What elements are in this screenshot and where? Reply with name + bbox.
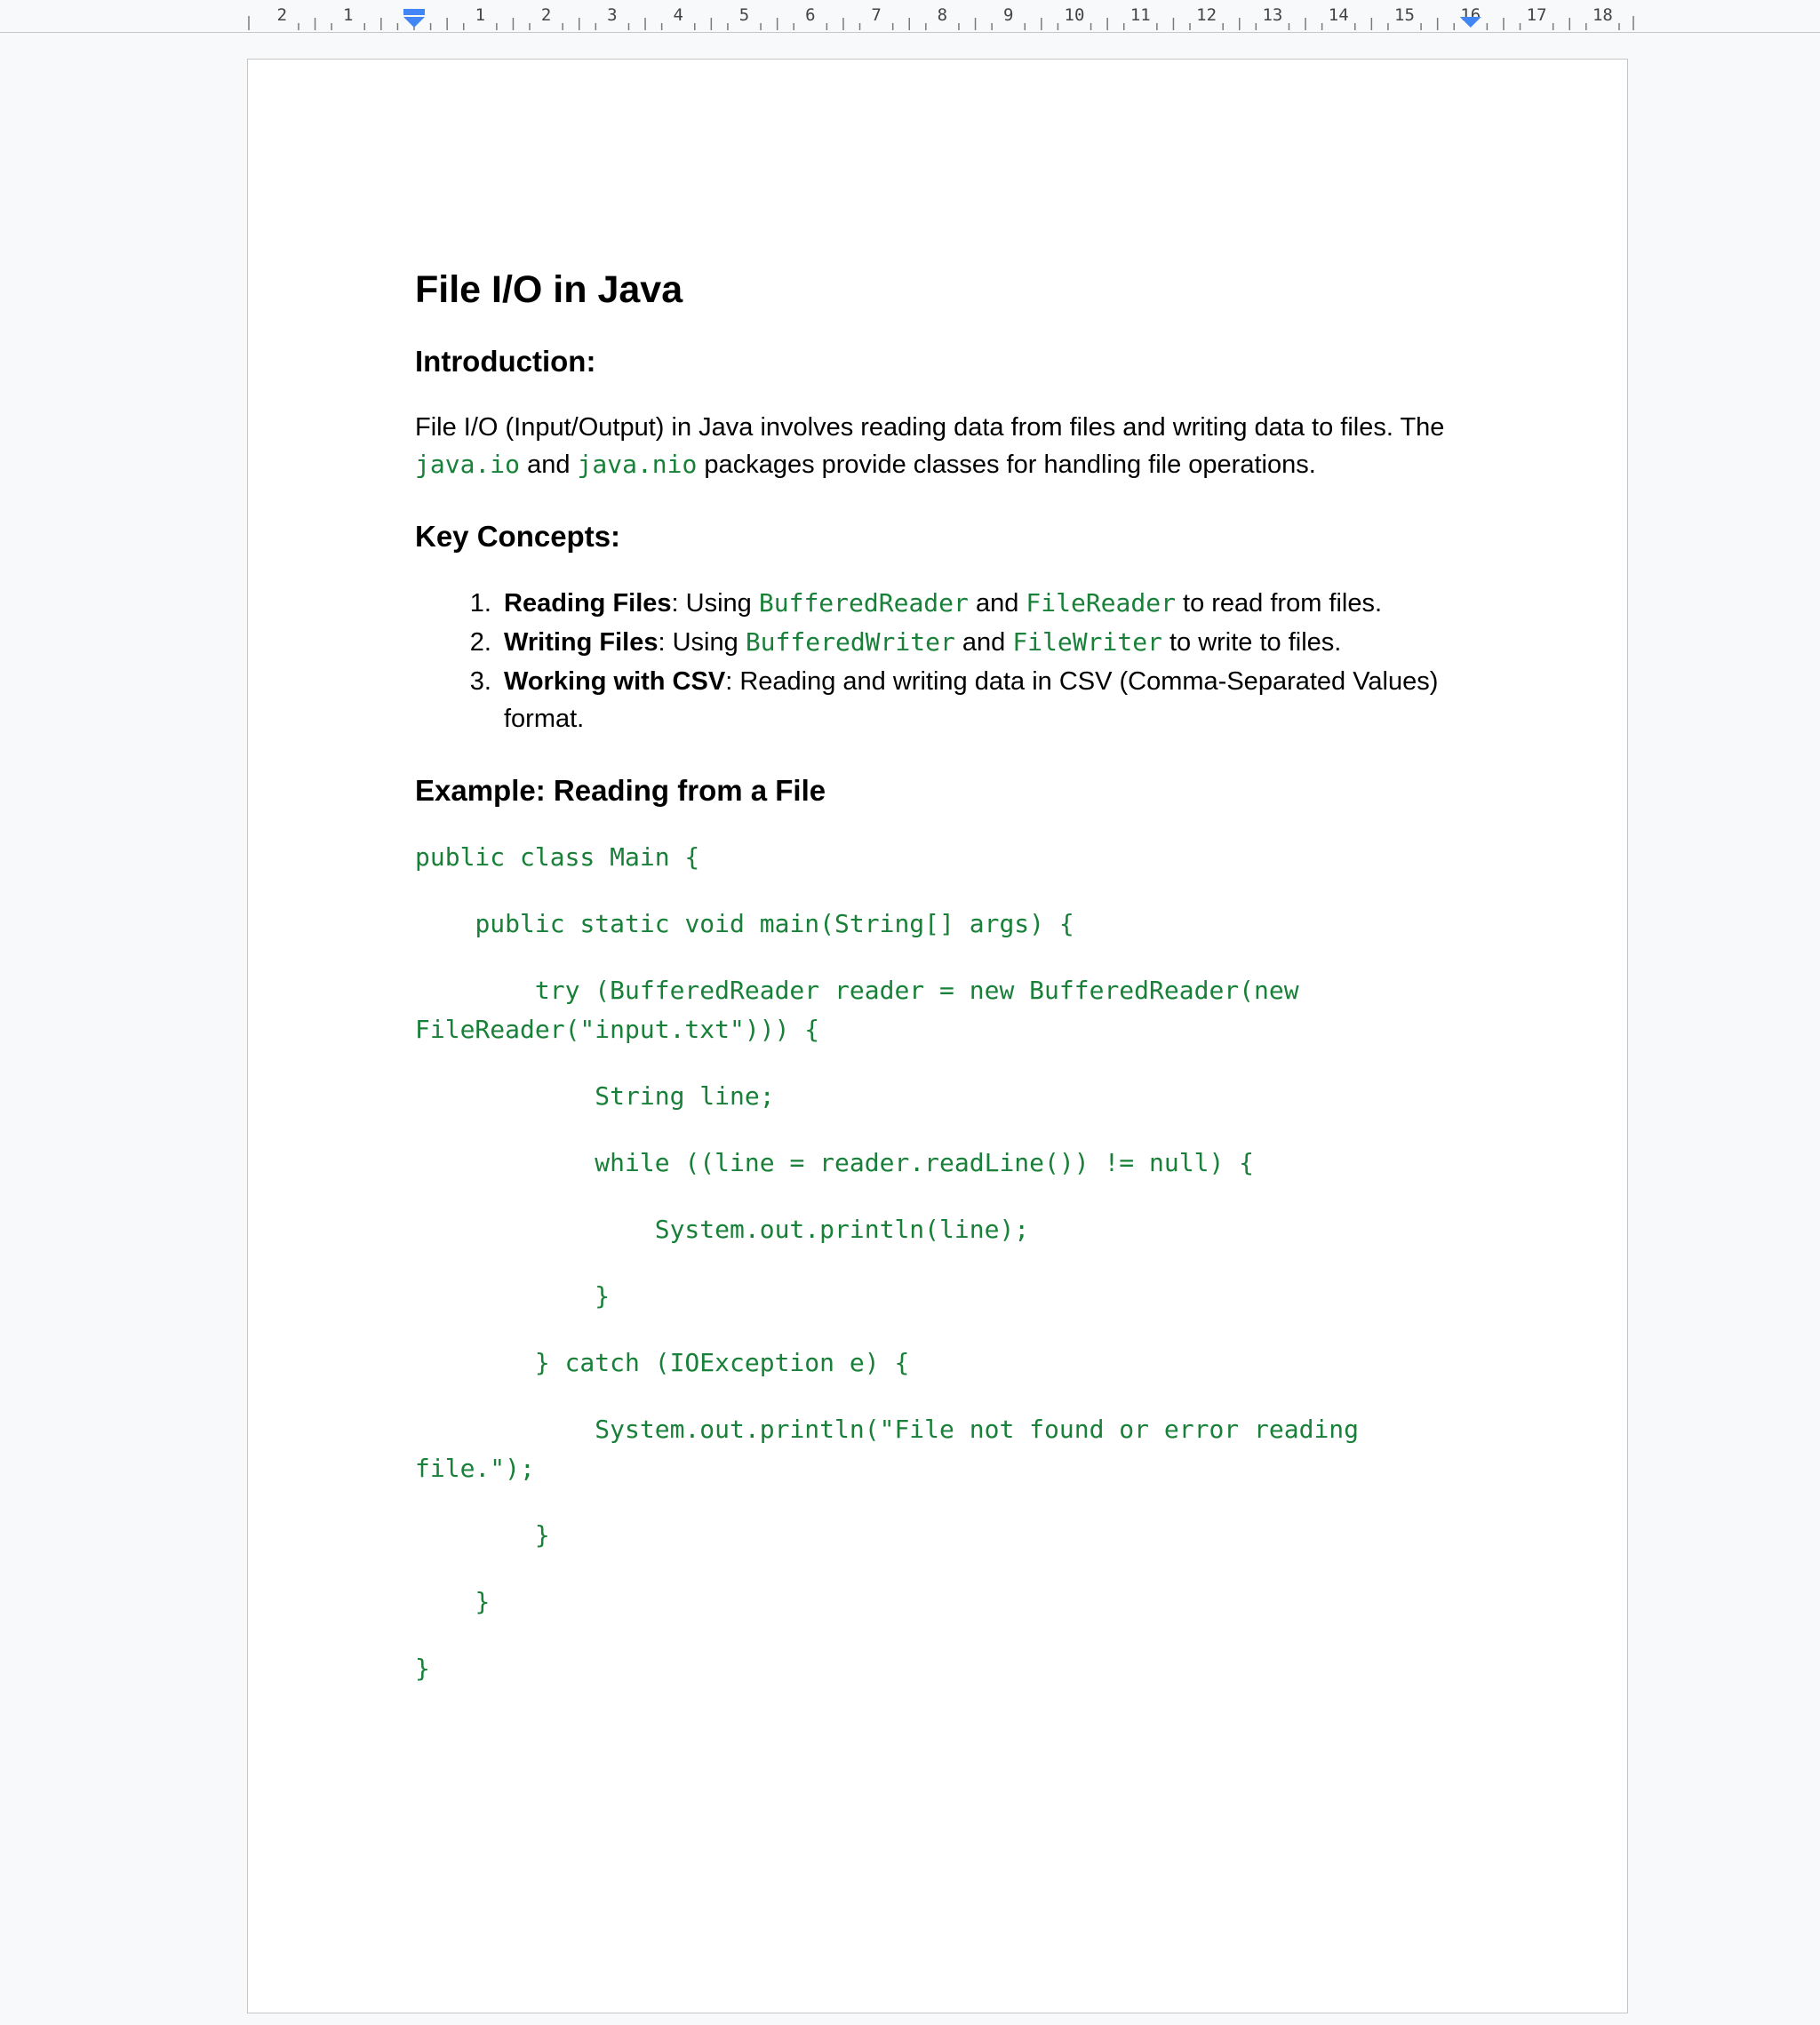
ruler-label: 1 (475, 5, 485, 25)
code-line: } (415, 1520, 550, 1551)
inline-code: FileWriter (1012, 626, 1162, 657)
ruler-label: 5 (739, 5, 749, 25)
list-item-title: Working with CSV (504, 666, 726, 696)
code-block: public class Main { public static void m… (415, 838, 1464, 1688)
concepts-list: Reading Files: Using BufferedReader and … (415, 585, 1464, 737)
list-item: Writing Files: Using BufferedWriter and … (499, 624, 1464, 661)
inline-code: BufferedWriter (745, 626, 955, 657)
intro-text: File I/O (Input/Output) in Java involves… (415, 413, 1445, 442)
code-line: String line; (415, 1081, 775, 1112)
ruler-label: 2 (541, 5, 551, 25)
code-line: System.out.println(line); (415, 1215, 1030, 1245)
ruler-label: 11 (1130, 5, 1151, 25)
document-title: File I/O in Java (415, 268, 683, 311)
ruler-label: 17 (1527, 5, 1547, 25)
horizontal-ruler[interactable]: 2 1 1 2 3 4 5 6 7 8 9 10 11 12 13 14 15 16 17 18 (0, 0, 1820, 33)
ruler-label: 8 (938, 5, 947, 25)
ruler-label: 6 (805, 5, 815, 25)
code-line: try (BufferedReader reader = new Buffere… (415, 976, 1314, 1045)
intro-text: and (520, 450, 578, 480)
code-line: public class Main { (415, 842, 700, 873)
list-item-text: to write to files. (1161, 627, 1342, 657)
ruler-label: 1 (343, 5, 353, 25)
inline-code: java.nio (577, 450, 698, 480)
code-line: while ((line = reader.readLine()) != nul… (415, 1148, 1255, 1178)
ruler-label: 12 (1196, 5, 1217, 25)
ruler-label: 7 (871, 5, 881, 25)
list-item-text: to read from files. (1175, 588, 1383, 618)
list-item-text: : Using (671, 588, 759, 618)
intro-heading: Introduction: (415, 344, 596, 378)
inline-code: FileReader (1026, 587, 1176, 618)
concepts-heading: Key Concepts: (415, 520, 621, 554)
code-line: } (415, 1587, 491, 1617)
ruler-label: 3 (607, 5, 617, 25)
ruler-scale: 2 1 1 2 3 4 5 6 7 8 9 10 11 12 13 14 15 16 17 18 (248, 5, 1634, 30)
ruler-label: 15 (1394, 5, 1415, 25)
inline-code: BufferedReader (758, 587, 969, 618)
list-item: Reading Files: Using BufferedReader and … (499, 585, 1464, 622)
first-line-indent-marker[interactable] (403, 9, 425, 15)
list-item: Working with CSV: Reading and writing da… (499, 663, 1464, 737)
ruler-label: 18 (1592, 5, 1613, 25)
ruler-label: 14 (1329, 5, 1349, 25)
list-item-title: Writing Files (504, 627, 659, 657)
code-line: } (415, 1281, 611, 1311)
list-item-text: : Using (658, 627, 746, 657)
ruler-label: 9 (1003, 5, 1013, 25)
list-item-text: and (954, 627, 1013, 657)
ruler-label: 2 (277, 5, 287, 25)
code-line: } (415, 1654, 430, 1684)
ruler-label: 10 (1065, 5, 1085, 25)
code-line: } catch (IOException e) { (415, 1348, 910, 1378)
list-item-title: Reading Files (504, 588, 672, 618)
document-page[interactable]: File I/O in Java Introduction: File I/O … (247, 59, 1628, 2013)
inline-code: java.io (415, 450, 521, 480)
ruler-label: 13 (1262, 5, 1282, 25)
code-line: public static void main(String[] args) { (415, 909, 1074, 939)
example-heading: Example: Reading from a File (415, 773, 826, 807)
document-body[interactable]: File I/O in Java Introduction: File I/O … (415, 267, 1464, 1716)
intro-paragraph: File I/O (Input/Output) in Java involves… (415, 409, 1464, 483)
left-indent-marker[interactable] (403, 17, 425, 28)
code-line: System.out.println("File not found or er… (415, 1415, 1374, 1484)
intro-text: packages provide classes for handling fi… (697, 450, 1316, 480)
list-item-text: and (968, 588, 1026, 618)
ruler-label: 4 (673, 5, 682, 25)
